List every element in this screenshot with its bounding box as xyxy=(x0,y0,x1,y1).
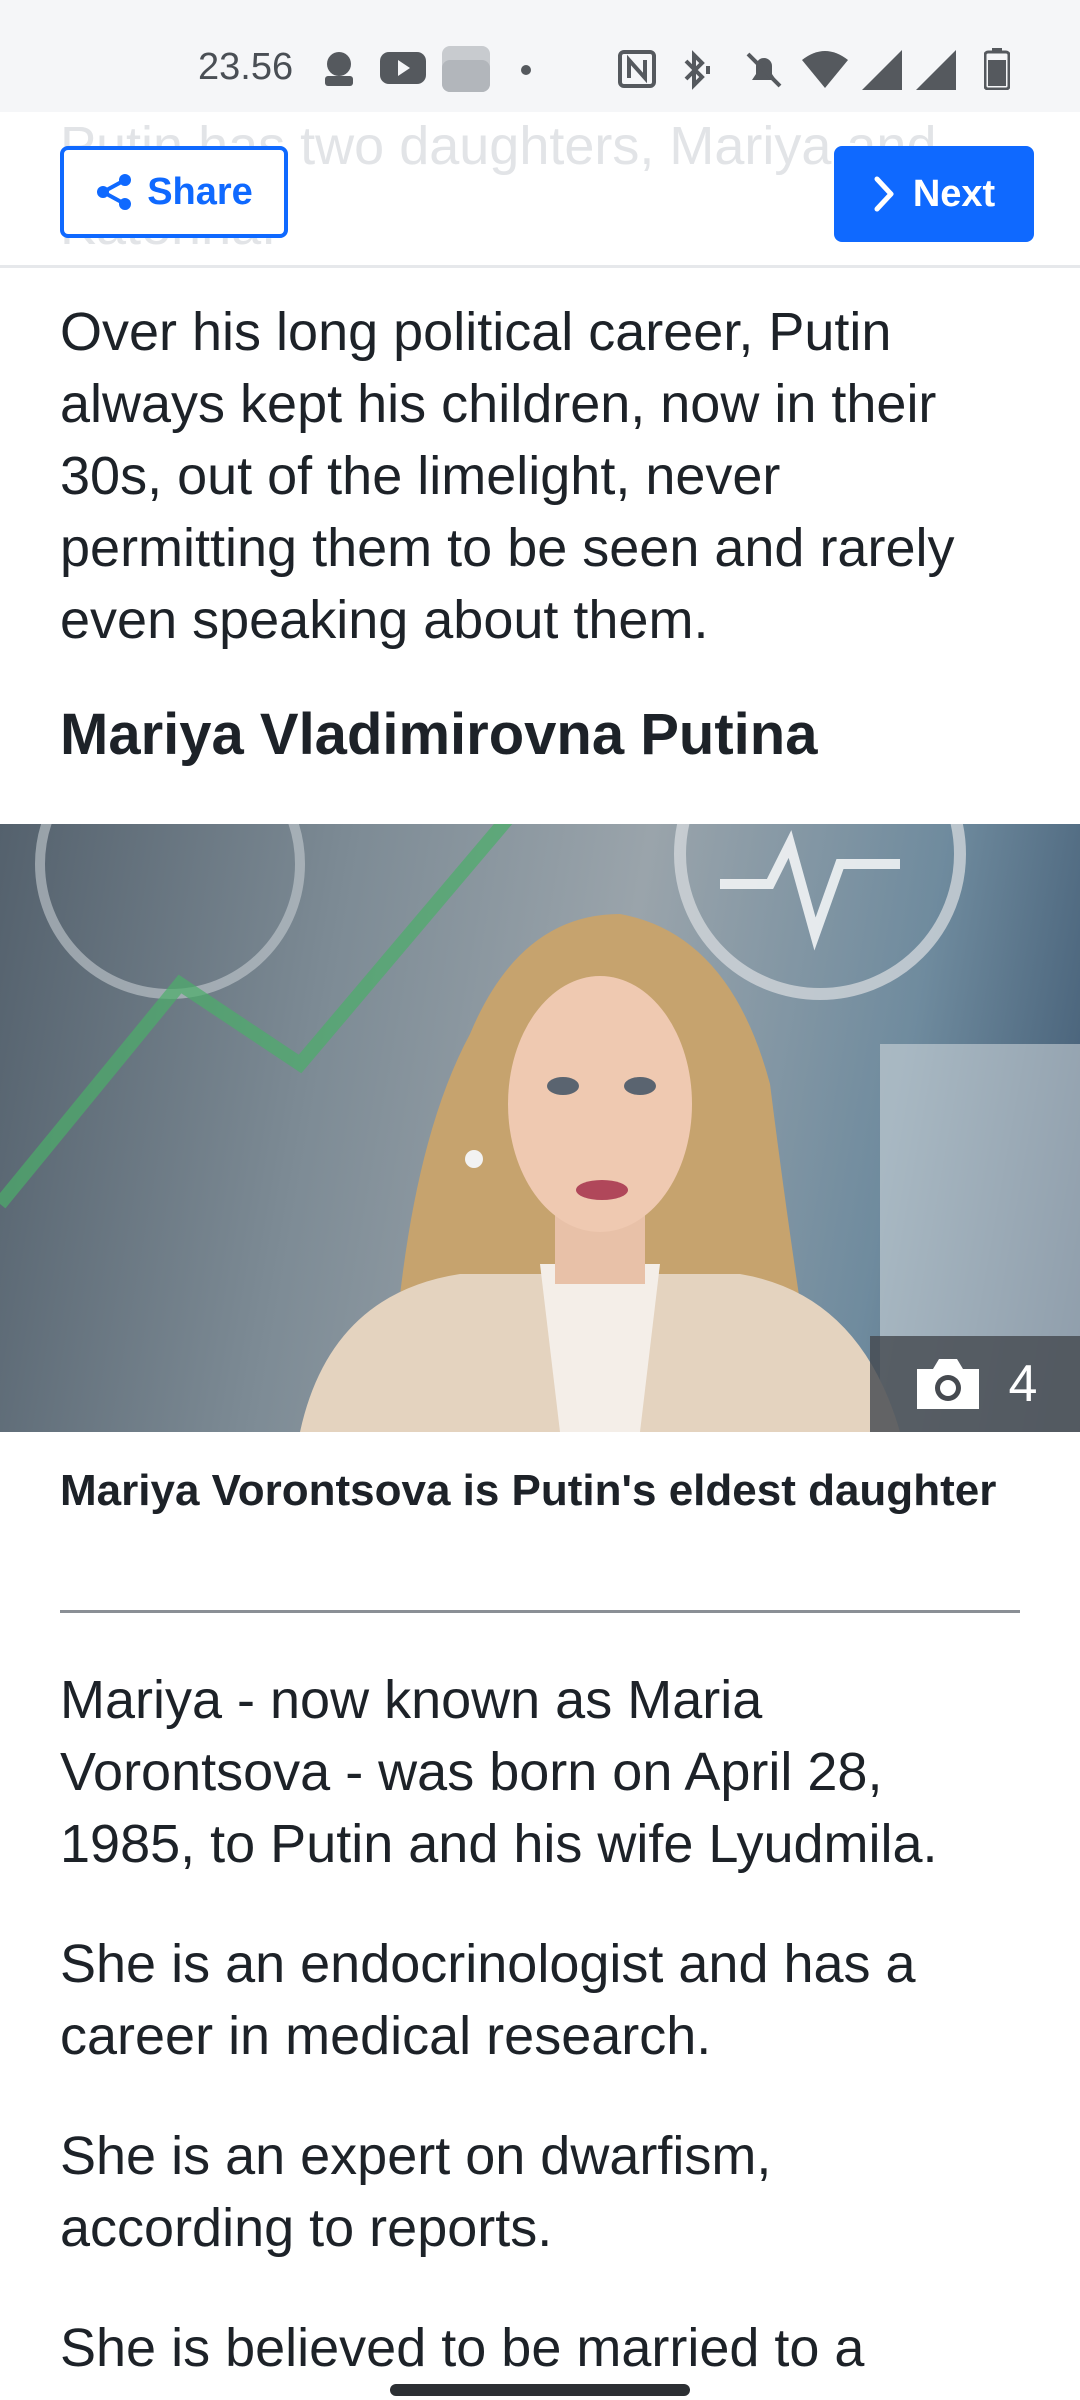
article-photo[interactable]: 4 xyxy=(0,824,1080,1432)
body-paragraph: She is an expert on dwarfism, according … xyxy=(60,2126,772,2258)
mute-icon xyxy=(746,52,782,88)
nfc-icon xyxy=(618,50,656,88)
next-button[interactable]: Next xyxy=(834,146,1034,242)
screen: 23.56 Putin has two daughters, Mariya an… xyxy=(0,0,1080,2400)
photo-count: 4 xyxy=(1008,1355,1038,1413)
body-paragraph: She is an endocrinologist and has a care… xyxy=(60,1934,916,2066)
wifi-icon xyxy=(802,51,848,88)
body-paragraph: She is believed to be married to a xyxy=(60,2318,865,2378)
intro-paragraph: Over his long political career, Putin al… xyxy=(60,302,955,650)
body-paragraph: Mariya - now known as Maria Vorontsova -… xyxy=(60,1670,938,1874)
gallery-count-badge[interactable]: 4 xyxy=(870,1336,1080,1432)
cell-signal-icon xyxy=(862,50,902,90)
caption-divider xyxy=(60,1610,1020,1613)
cell-signal-icon-2 xyxy=(916,50,956,90)
section-title: Mariya Vladimirovna Putina xyxy=(60,702,818,767)
files-icon xyxy=(442,46,490,92)
youtube-icon xyxy=(380,52,426,84)
dot-icon xyxy=(521,65,531,75)
next-label: Next xyxy=(912,172,996,215)
signal-app-icon xyxy=(325,52,353,86)
chevron-right-icon xyxy=(874,176,894,212)
article-toolbar: Putin has two daughters, Mariya and Kate… xyxy=(0,112,1080,268)
battery-icon xyxy=(984,48,1010,90)
share-icon xyxy=(97,174,132,210)
status-time: 23.56 xyxy=(198,46,294,88)
photo-caption: Mariya Vorontsova is Putin's eldest daug… xyxy=(60,1466,997,1515)
share-button[interactable]: Share xyxy=(60,146,288,238)
home-indicator[interactable] xyxy=(390,2384,690,2396)
bluetooth-icon xyxy=(684,50,710,90)
status-bar: 23.56 xyxy=(0,0,1080,112)
camera-icon xyxy=(916,1359,979,1409)
share-label: Share xyxy=(147,170,253,213)
